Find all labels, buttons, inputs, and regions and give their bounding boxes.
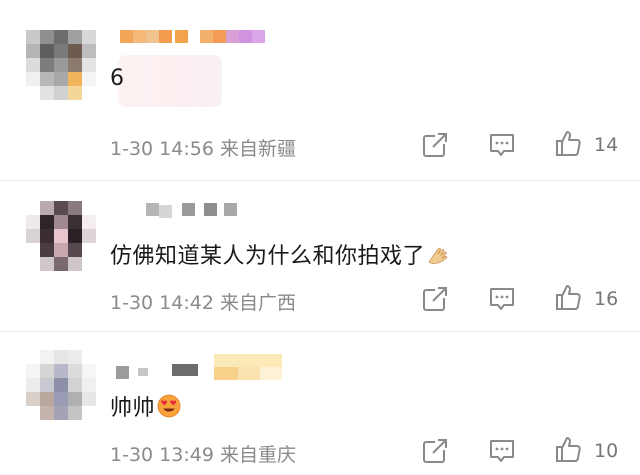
comment-text: 6 [110,66,125,91]
comment-date: 1-30 [110,444,154,466]
comment-location: 来自广西 [219,292,296,314]
comment-date: 1-30 [110,292,154,314]
heart-eyes-emoji-icon [157,394,181,418]
thumbs-up-icon[interactable] [554,129,582,157]
comment-text: 仿佛知道某人为什么和你拍戏了 [110,238,451,270]
share-icon[interactable] [421,285,449,313]
avatar[interactable] [26,30,96,100]
like-count: 16 [594,288,619,310]
comment-icon[interactable] [488,437,516,465]
comment-text: 帅帅 [110,390,181,422]
comment-date: 1-30 [110,138,154,160]
comment-text-content: 帅帅 [110,396,156,421]
share-icon[interactable] [421,437,449,465]
comment-time: 13:49 [159,444,214,466]
comment-text-content: 仿佛知道某人为什么和你拍戏了 [110,244,426,269]
share-icon[interactable] [421,131,449,159]
like-count: 10 [594,440,619,462]
hands-emoji-icon [428,247,448,264]
like-count: 14 [594,134,619,156]
comment-time: 14:56 [159,138,214,160]
username-redacted[interactable] [116,354,286,382]
blurred-highlight [118,55,222,107]
comment-icon[interactable] [488,285,516,313]
username-redacted[interactable] [146,203,237,219]
comment-icon[interactable] [488,131,516,159]
avatar[interactable] [26,350,96,420]
avatar[interactable] [26,201,96,271]
comment-list: 6 1-30 14:56 来自新疆 14 仿佛知道某人为什么和你拍戏了 1-30… [0,0,640,475]
comment-meta: 1-30 14:42 来自广西 [110,288,296,315]
comment-location: 来自新疆 [219,138,296,160]
comment-meta: 1-30 13:49 来自重庆 [110,440,296,467]
comment-item: 仿佛知道某人为什么和你拍戏了 1-30 14:42 来自广西 16 [0,181,640,330]
comment-item: 6 1-30 14:56 来自新疆 14 [0,0,640,180]
comment-meta: 1-30 14:56 来自新疆 [110,134,296,161]
comment-time: 14:42 [159,292,214,314]
thumbs-up-icon[interactable] [554,283,582,311]
thumbs-up-icon[interactable] [554,435,582,463]
comment-item: 帅帅 1-30 13:49 来自重庆 10 [0,332,640,475]
comment-location: 来自重庆 [219,444,296,466]
username-redacted[interactable] [120,30,270,46]
